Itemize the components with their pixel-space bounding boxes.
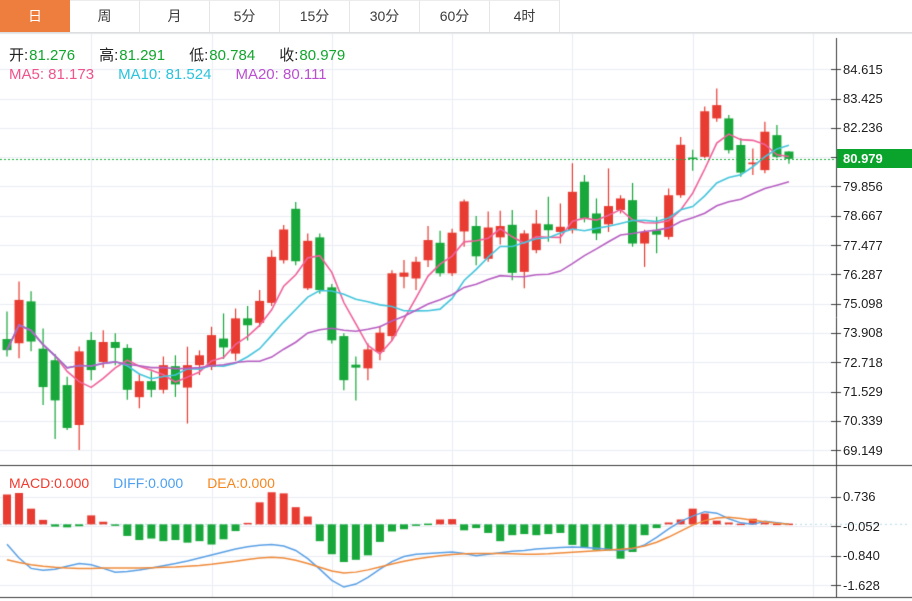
legend-ma-item: MA10: 81.524: [118, 66, 212, 83]
price-tick-label: 84.615: [843, 61, 883, 77]
macd-tick-label: 0.736: [843, 489, 876, 505]
kline-app: 日周月 5分 15分 30分 60分 4时 开:81.276 高:81.291 低:80.78…: [0, 0, 912, 601]
ohlc-label: 低:: [189, 47, 209, 64]
current-price-tag: 80.979: [837, 149, 912, 168]
price-tick-label: 78.667: [843, 208, 883, 224]
ma-legend: MA5: 81.173 MA10: 81.524 MA20: 80.111: [9, 66, 351, 83]
tab-30min[interactable]: 30分: [350, 0, 420, 32]
ohlc-value: 81.291: [119, 47, 166, 64]
tab-5min[interactable]: 5分: [210, 0, 280, 32]
macd-legend: MACD:0.000 DIFF:0.000 DEA:0.000: [9, 475, 299, 491]
ohlc-label: 收:: [279, 47, 299, 64]
tab-month[interactable]: 月: [140, 0, 210, 32]
price-tick-label: 76.287: [843, 266, 883, 282]
ohlc-label: 开:: [9, 47, 29, 64]
ohlc-legend: 开:81.276 高:81.291 低:80.784 收:80.979: [9, 44, 369, 65]
tab-week[interactable]: 周: [70, 0, 140, 32]
ohlc-value: 80.979: [299, 47, 346, 64]
price-tick-label: 71.529: [843, 384, 883, 400]
legend-macd-item: DEA:0.000: [207, 475, 275, 491]
macd-tick-label: -1.628: [843, 577, 880, 593]
kline-macd-chart[interactable]: [0, 0, 912, 601]
ohlc-value: 81.276: [29, 47, 76, 64]
price-tick-label: 77.477: [843, 237, 883, 253]
tab-60min[interactable]: 60分: [420, 0, 490, 32]
macd-tick-label: -0.840: [843, 548, 880, 564]
price-tick-label: 75.098: [843, 296, 883, 312]
price-tick-label: 79.856: [843, 178, 883, 194]
price-tick-label: 70.339: [843, 413, 883, 429]
legend-ma-item: MA20: 80.111: [235, 66, 327, 83]
legend-macd-item: DIFF:0.000: [113, 475, 184, 491]
tab-15min[interactable]: 15分: [280, 0, 350, 32]
legend-ma-item: MA5: 81.173: [9, 66, 95, 83]
tab-day[interactable]: 日: [0, 0, 70, 32]
price-tick-label: 82.236: [843, 120, 883, 136]
ohlc-value: 80.784: [209, 47, 256, 64]
tab-4hour[interactable]: 4时: [490, 0, 560, 32]
price-tick-label: 72.718: [843, 354, 883, 370]
price-tick-label: 83.425: [843, 91, 883, 107]
interval-tabbar: 日周月 5分 15分 30分 60分 4时: [0, 0, 912, 33]
macd-tick-label: -0.052: [843, 518, 880, 534]
legend-macd-item: MACD:0.000: [9, 475, 90, 491]
ohlc-label: 高:: [99, 47, 119, 64]
price-tick-label: 73.908: [843, 325, 883, 341]
price-tick-label: 69.149: [843, 442, 883, 458]
